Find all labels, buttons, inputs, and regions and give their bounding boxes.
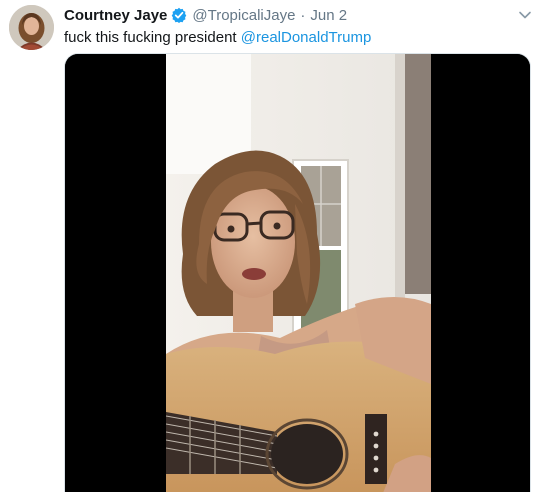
video-player[interactable] [64, 53, 531, 492]
verified-badge-icon [171, 7, 187, 23]
separator-dot: · [300, 6, 306, 24]
display-name[interactable]: Courtney Jaye [64, 7, 167, 24]
tweet-header: Courtney Jaye @TropicaliJaye · Jun 2 [64, 5, 347, 25]
tweet-date[interactable]: Jun 2 [310, 7, 347, 24]
tweet[interactable]: Courtney Jaye @TropicaliJaye · Jun 2 fuc… [0, 0, 550, 492]
chevron-down-icon[interactable] [517, 7, 533, 23]
tweet-text: fuck this fucking president @realDonaldT… [64, 28, 371, 48]
mention-link[interactable]: @realDonaldTrump [241, 29, 372, 46]
avatar[interactable] [9, 5, 54, 50]
video-frame[interactable] [166, 54, 431, 492]
user-handle[interactable]: @TropicaliJaye [192, 7, 295, 24]
tweet-body: fuck this fucking president [64, 29, 237, 46]
